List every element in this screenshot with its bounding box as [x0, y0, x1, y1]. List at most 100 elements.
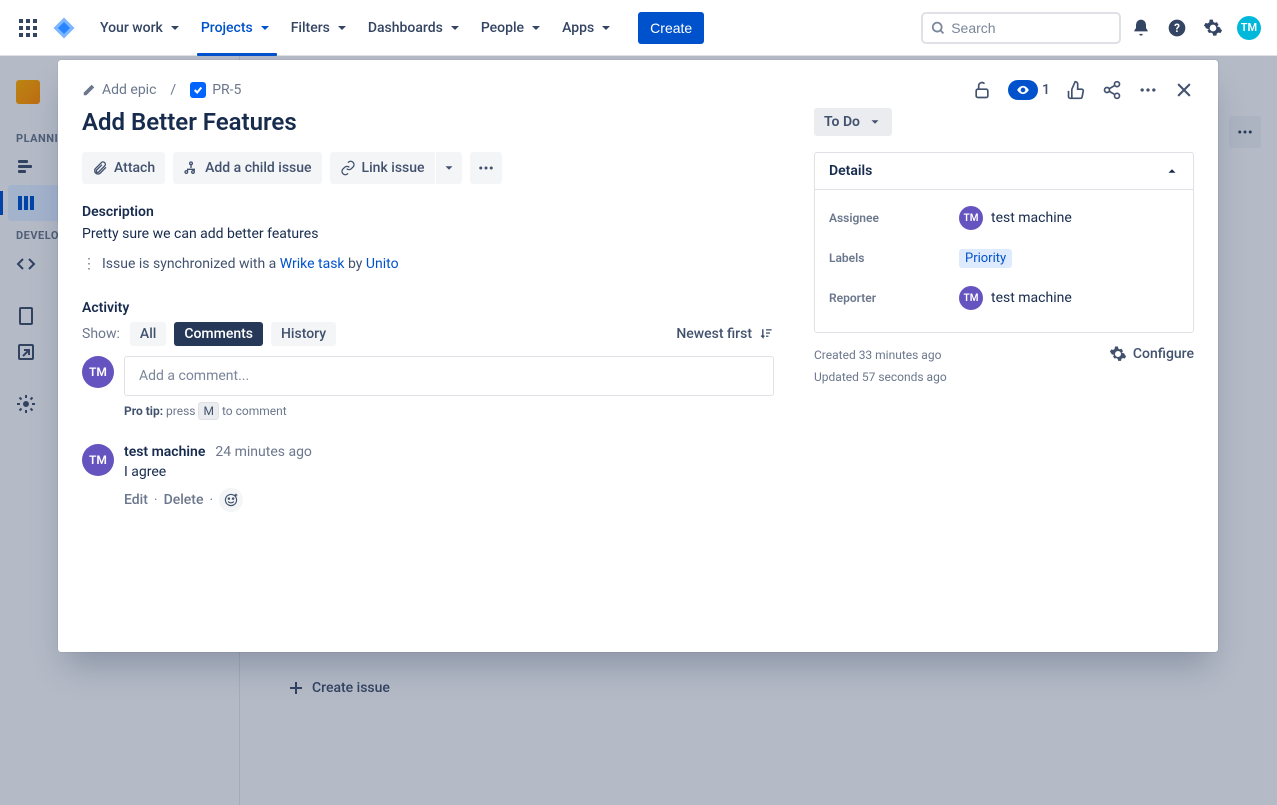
- nav-label: People: [481, 20, 524, 36]
- more-toolbar-button[interactable]: [470, 152, 502, 184]
- attach-button[interactable]: Attach: [82, 152, 165, 184]
- comment-edit[interactable]: Edit: [124, 492, 148, 508]
- reporter-name: test machine: [991, 290, 1072, 306]
- nav-apps[interactable]: Apps: [554, 12, 622, 44]
- comment-placeholder: Add a comment...: [139, 368, 249, 384]
- configure-button[interactable]: Configure: [1109, 345, 1194, 363]
- breadcrumb-separator: /: [170, 82, 176, 98]
- nav-people[interactable]: People: [473, 12, 552, 44]
- nav-projects[interactable]: Projects: [193, 12, 281, 44]
- tab-history[interactable]: History: [271, 322, 336, 346]
- lock-button[interactable]: [972, 80, 992, 100]
- share-button[interactable]: [1102, 80, 1122, 100]
- status-label: To Do: [824, 114, 860, 130]
- watch-count: 1: [1042, 82, 1050, 98]
- vote-button[interactable]: [1066, 80, 1086, 100]
- avatar: TM: [959, 286, 983, 310]
- activity-label: Activity: [82, 300, 774, 316]
- tab-comments[interactable]: Comments: [174, 322, 263, 346]
- more-icon: [477, 159, 495, 177]
- attach-label: Attach: [114, 160, 155, 176]
- help-icon[interactable]: ?: [1161, 12, 1193, 44]
- protip-key: M: [198, 402, 218, 420]
- add-epic-label: Add epic: [102, 82, 156, 98]
- show-label: Show:: [82, 326, 120, 342]
- comment-delete[interactable]: Delete: [164, 492, 204, 508]
- issue-key-label: PR-5: [212, 82, 241, 98]
- more-icon: [1138, 80, 1158, 100]
- task-icon: [190, 82, 206, 98]
- description-label: Description: [82, 204, 774, 220]
- created-timestamp: Created 33 minutes ago: [814, 345, 947, 367]
- status-dropdown[interactable]: To Do: [814, 108, 892, 136]
- nav-dashboards[interactable]: Dashboards: [360, 12, 471, 44]
- nav-your-work[interactable]: Your work: [92, 12, 191, 44]
- protip-label: Pro tip:: [124, 404, 163, 418]
- label-chip: Priority: [959, 249, 1012, 268]
- app-switcher-icon[interactable]: [12, 12, 44, 44]
- link-icon: [340, 160, 356, 176]
- sync-by: by: [345, 256, 366, 272]
- protip-press: press: [163, 404, 198, 418]
- profile-avatar[interactable]: TM: [1233, 12, 1265, 44]
- issue-modal: Add epic / PR-5 1: [58, 60, 1218, 652]
- pro-tip: Pro tip: press M to comment: [124, 402, 774, 420]
- protip-rest: to comment: [219, 404, 287, 418]
- details-toggle[interactable]: Details: [815, 153, 1193, 190]
- sort-newest-first[interactable]: Newest first: [676, 326, 774, 342]
- chevron-down-icon: [598, 20, 614, 36]
- wrike-task-link[interactable]: Wrike task: [280, 256, 345, 272]
- unlock-icon: [972, 80, 992, 100]
- eye-icon: [1016, 83, 1030, 97]
- more-actions-button[interactable]: [1138, 80, 1158, 100]
- attach-icon: [92, 160, 108, 176]
- settings-icon[interactable]: [1197, 12, 1229, 44]
- create-button[interactable]: Create: [638, 12, 704, 44]
- nav-filters[interactable]: Filters: [283, 12, 358, 44]
- link-issue-label: Link issue: [362, 160, 425, 176]
- jira-logo-icon[interactable]: [48, 12, 80, 44]
- watch-button[interactable]: 1: [1008, 80, 1050, 100]
- avatar: TM: [959, 206, 983, 230]
- chevron-down-icon: [257, 20, 273, 36]
- assignee-key: Assignee: [829, 211, 959, 225]
- add-epic-link[interactable]: Add epic: [82, 82, 156, 98]
- thumbs-up-icon: [1066, 80, 1086, 100]
- description-text[interactable]: Pretty sure we can add better features: [82, 226, 774, 242]
- notifications-icon[interactable]: [1125, 12, 1157, 44]
- comment-author[interactable]: test machine: [124, 444, 205, 460]
- search-box[interactable]: [921, 12, 1121, 44]
- sync-prefix: Issue is synchronized with a: [102, 256, 280, 272]
- emoji-icon: [224, 493, 238, 507]
- sync-line: ⋮ Issue is synchronized with a Wrike tas…: [82, 256, 774, 272]
- unito-link[interactable]: Unito: [366, 256, 399, 272]
- nav-label: Projects: [201, 20, 253, 36]
- issue-title[interactable]: Add Better Features: [82, 108, 774, 136]
- create-label: Create: [650, 20, 692, 36]
- updated-timestamp: Updated 57 seconds ago: [814, 367, 947, 389]
- close-button[interactable]: [1174, 80, 1194, 100]
- add-child-button[interactable]: Add a child issue: [173, 152, 321, 184]
- svg-text:?: ?: [1174, 21, 1180, 35]
- link-issue-dropdown[interactable]: [436, 152, 462, 184]
- comment-react-button[interactable]: [219, 488, 243, 512]
- issue-key-link[interactable]: PR-5: [190, 82, 241, 98]
- chevron-up-icon: [1165, 164, 1179, 178]
- reporter-value[interactable]: TM test machine: [959, 286, 1072, 310]
- link-issue-button[interactable]: Link issue: [330, 152, 435, 184]
- sort-icon: [758, 326, 774, 342]
- details-panel: Details Assignee TM test machine Labels: [814, 152, 1194, 333]
- tab-all[interactable]: All: [130, 322, 166, 346]
- search-icon: [931, 20, 945, 36]
- search-input[interactable]: [951, 20, 1111, 36]
- reporter-key: Reporter: [829, 291, 959, 305]
- comment-input[interactable]: Add a comment...: [124, 356, 774, 396]
- add-child-label: Add a child issue: [205, 160, 311, 176]
- assignee-name: test machine: [991, 210, 1072, 226]
- assignee-value[interactable]: TM test machine: [959, 206, 1072, 230]
- chevron-down-icon: [868, 115, 882, 129]
- avatar: TM: [1237, 16, 1261, 40]
- pencil-icon: [82, 83, 96, 97]
- drag-handle-icon[interactable]: ⋮: [82, 257, 96, 271]
- labels-value[interactable]: Priority: [959, 249, 1012, 268]
